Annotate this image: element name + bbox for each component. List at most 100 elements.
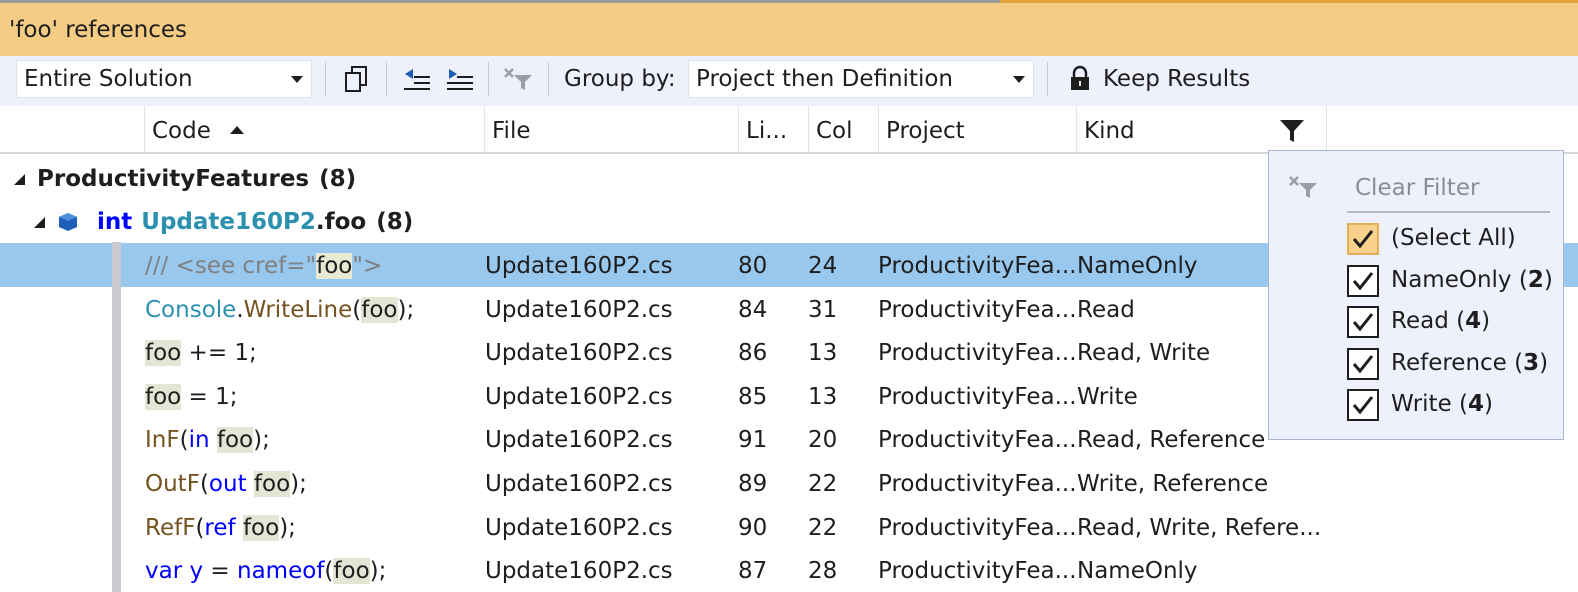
filter-option-checkbox[interactable] <box>1347 389 1379 421</box>
kind-cell: Write <box>1077 383 1138 410</box>
project-cell: ProductivityFea... <box>878 514 1077 541</box>
file-cell: Update160P2.cs <box>485 471 673 497</box>
project-group-row[interactable]: ProductivityFeatures (8) <box>14 159 356 199</box>
project-cell: ProductivityFea... <box>878 558 1077 585</box>
column-header-kind[interactable]: Kind <box>1077 106 1327 152</box>
paren-close: ) <box>1539 349 1549 376</box>
definition-group-row[interactable]: int Update160P2 .foo (8) <box>34 202 413 242</box>
code-token: InF <box>145 427 180 454</box>
filter-option-name: NameOnly <box>1391 266 1512 293</box>
result-row[interactable]: var y = nameof(foo); Update160P2.cs 87 28 Pr… <box>0 548 1578 592</box>
column-header-line[interactable]: Li... <box>739 106 809 152</box>
code-token: out <box>208 471 247 497</box>
checkmark-icon <box>1352 271 1374 290</box>
column-header-file-label: File <box>492 118 531 144</box>
kind-cell: NameOnly <box>1077 253 1198 279</box>
paren-close: ) <box>1484 391 1494 417</box>
filter-option-label[interactable]: NameOnly (2) <box>1391 267 1553 293</box>
clear-filter-button[interactable]: Clear Filter <box>1355 175 1479 201</box>
paren-close: ) <box>1543 266 1553 293</box>
code-token: = <box>203 558 238 585</box>
column-header-col-label: Col <box>816 118 853 144</box>
group-by-value: Project then Definition <box>696 66 954 92</box>
result-row[interactable]: RefF(ref foo); Update160P2.cs 90 22 Producti… <box>0 505 1578 549</box>
kind-cell: Read, Write <box>1077 340 1211 367</box>
line-cell: 80 <box>738 253 768 279</box>
column-header-col[interactable]: Col <box>809 106 879 152</box>
checkmark-icon <box>1352 230 1374 249</box>
clear-filters-button[interactable] <box>502 62 534 96</box>
filter-option-count: 2 <box>1527 266 1544 293</box>
kind-cell: Read, Write, Refere... <box>1077 514 1322 541</box>
checkmark-icon <box>1352 313 1374 332</box>
match-highlight: foo <box>145 383 182 410</box>
expand-triangle-icon[interactable] <box>34 216 45 228</box>
match-highlight: foo <box>242 514 280 541</box>
collapse-all-button[interactable] <box>401 62 433 96</box>
filter-option-label[interactable]: Reference (3) <box>1391 350 1548 376</box>
group-by-label: Group by: <box>564 66 676 92</box>
toolbar-separator <box>1047 62 1048 96</box>
clear-filter-icon[interactable] <box>1287 173 1319 201</box>
filter-option-count: 4 <box>1465 308 1482 334</box>
toolbar-separator <box>488 62 489 96</box>
column-header-project[interactable]: Project <box>879 106 1077 152</box>
col-cell: 31 <box>808 296 838 323</box>
kind-cell: Write, Reference <box>1077 471 1269 497</box>
code-token: ); <box>290 471 307 497</box>
column-header-code[interactable]: Code <box>145 106 485 152</box>
kind-cell: NameOnly <box>1077 558 1198 585</box>
checkmark-icon <box>1352 396 1374 415</box>
code-token: = 1; <box>181 383 238 410</box>
copy-icon <box>345 66 367 92</box>
expand-triangle-icon[interactable] <box>14 173 25 185</box>
file-cell: Update160P2.cs <box>485 427 673 454</box>
match-highlight: foo <box>333 558 370 585</box>
tree-indent-guide <box>112 242 121 592</box>
filter-option-checkbox[interactable] <box>1347 264 1379 297</box>
filter-option-name: Write <box>1391 391 1452 417</box>
copy-button[interactable] <box>340 62 372 96</box>
col-cell: 22 <box>808 514 838 541</box>
col-cell: 13 <box>808 383 838 410</box>
code-cell: RefF(ref foo); <box>145 514 296 541</box>
definition-keyword: int <box>97 209 133 235</box>
keep-results-lock-button[interactable] <box>1064 62 1096 96</box>
code-cell: OutF(out foo); <box>145 471 307 497</box>
code-token: WriteLine <box>243 296 353 323</box>
filter-option-checkbox[interactable] <box>1347 306 1379 338</box>
group-by-dropdown[interactable]: Project then Definition <box>688 60 1034 98</box>
keep-results-label[interactable]: Keep Results <box>1103 66 1250 92</box>
file-cell: Update160P2.cs <box>485 340 673 367</box>
project-cell: ProductivityFea... <box>878 427 1077 454</box>
select-all-checkbox[interactable] <box>1347 223 1379 255</box>
scope-dropdown[interactable]: Entire Solution <box>16 60 312 98</box>
window-title: 'foo' references <box>9 17 188 43</box>
select-all-label[interactable]: (Select All) <box>1391 225 1516 251</box>
match-highlight: foo <box>361 296 398 323</box>
chevron-down-icon <box>1013 76 1025 83</box>
filter-option-label[interactable]: Write (4) <box>1391 391 1493 417</box>
code-token: RefF <box>145 514 196 541</box>
tool-window-title-bar: 'foo' references <box>0 0 1578 56</box>
col-cell: 24 <box>808 253 838 279</box>
filter-option-label[interactable]: Read (4) <box>1391 308 1490 334</box>
chevron-down-icon <box>291 76 303 83</box>
toolbar-separator <box>325 62 326 96</box>
project-count: (8) <box>319 166 357 192</box>
filter-option-checkbox[interactable] <box>1347 347 1379 380</box>
toolbar: Entire Solution Group by: Project then D… <box>0 56 1578 106</box>
result-row[interactable]: OutF(out foo); Update160P2.cs 89 22 Producti… <box>0 461 1578 505</box>
lock-icon <box>1071 65 1089 90</box>
code-token: += 1; <box>181 340 257 367</box>
column-header-project-label: Project <box>886 118 965 144</box>
code-token: ( <box>352 296 362 323</box>
filter-funnel-icon[interactable] <box>1279 118 1305 144</box>
column-header-file[interactable]: File <box>485 106 739 152</box>
code-token: ); <box>397 296 415 323</box>
expand-all-button[interactable] <box>444 62 476 96</box>
code-token: nameof <box>237 558 325 585</box>
